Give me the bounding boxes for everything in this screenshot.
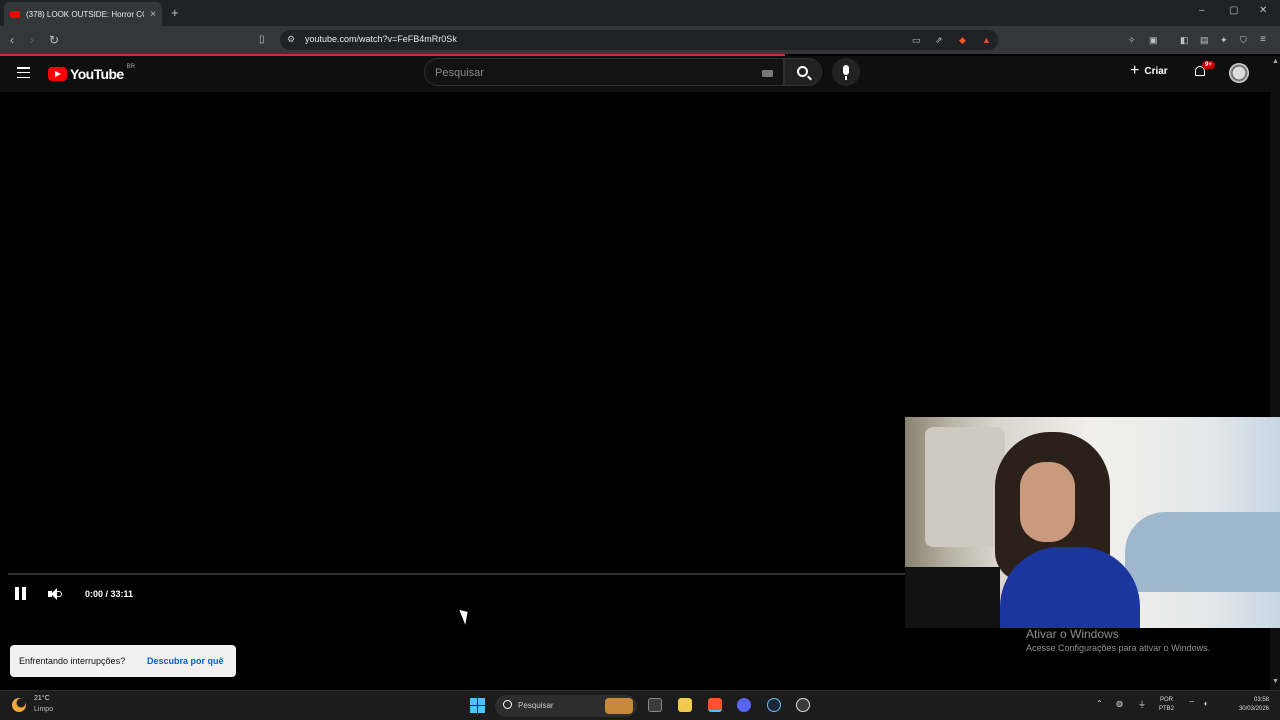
tab-search-icon[interactable]: ▣ (1149, 32, 1158, 48)
rewards-icon[interactable]: ▲ (982, 32, 991, 48)
reload-icon[interactable]: ↻ (49, 32, 59, 48)
youtube-header: YouTube BR Pesquisar + Criar 9+ (0, 56, 1270, 92)
task-view-icon[interactable] (648, 698, 662, 712)
volume-button[interactable] (48, 588, 62, 600)
voice-search-button[interactable] (832, 58, 860, 86)
close-window-button[interactable]: ✕ (1259, 5, 1267, 16)
country-code: BR (126, 64, 135, 70)
maximize-button[interactable]: ▢ (1229, 5, 1238, 16)
screen: (378) LOOK OUTSIDE: Horror CO × + – ▢ ✕ … (0, 0, 1280, 720)
avatar[interactable] (1229, 63, 1249, 83)
volume-tray-icon[interactable]: ◖ (1203, 699, 1208, 708)
steam-icon[interactable] (767, 698, 781, 712)
plus-icon: + (1130, 62, 1140, 79)
video-player[interactable] (0, 92, 905, 615)
address-bar[interactable]: ⚙ youtube.com/watch?v=FeFB4mRr0Sk (280, 30, 998, 50)
wallet-icon[interactable]: ▤ (1200, 32, 1209, 48)
weather-condition[interactable]: Limpo (34, 706, 53, 713)
new-tab-button[interactable]: + (171, 5, 179, 20)
discord-icon[interactable] (737, 698, 751, 712)
browser-toolbar: ‹ › ↻ ▯ ⚙ youtube.com/watch?v=FeFB4mRr0S… (0, 26, 1280, 54)
activation-watermark-subtitle: Acesse Configurações para ativar o Windo… (1026, 643, 1211, 653)
share-icon[interactable]: ⇗ (935, 32, 943, 48)
taskbar-search-placeholder: Pesquisar (518, 701, 554, 710)
search-input[interactable]: Pesquisar (424, 58, 784, 86)
scroll-down-icon[interactable]: ▼ (1272, 678, 1279, 685)
weather-temp[interactable]: 21°C (34, 695, 50, 702)
activation-watermark-title: Ativar o Windows (1026, 627, 1119, 641)
notification-badge: 9+ (1202, 61, 1215, 69)
search-button[interactable] (784, 58, 822, 86)
tab-close-icon[interactable]: × (150, 9, 156, 20)
video-progress-bar[interactable] (8, 573, 905, 575)
browser-tab[interactable]: (378) LOOK OUTSIDE: Horror CO × (4, 2, 162, 26)
network-icon[interactable]: ◍ (1116, 699, 1123, 708)
toast-link[interactable]: Descubra por quê (147, 656, 224, 666)
windows-start-icon[interactable] (470, 698, 485, 713)
back-icon[interactable]: ‹ (10, 32, 14, 48)
youtube-logo[interactable]: YouTube BR (48, 64, 135, 82)
input-language[interactable]: POR PTB2 (1159, 696, 1174, 714)
taskbar-search[interactable]: Pesquisar (495, 695, 637, 717)
webcam-overlay (905, 417, 1280, 628)
brave-shields-icon[interactable]: ◆ (959, 32, 966, 48)
microphone-icon (843, 65, 849, 75)
wifi-icon[interactable]: ⌔ (1188, 699, 1196, 709)
search-icon (503, 700, 512, 709)
search-icon (797, 66, 808, 77)
leo-ai-icon[interactable]: ✦ (1220, 32, 1228, 48)
bookmark-icon[interactable]: ▯ (259, 32, 265, 48)
extensions-icon[interactable]: ✧ (1128, 32, 1136, 48)
cast-icon[interactable]: ▭ (912, 32, 921, 48)
sidebar-icon[interactable]: ◧ (1180, 32, 1189, 48)
obs-icon[interactable] (796, 698, 810, 712)
vpn-icon[interactable]: ⛉ (1240, 32, 1247, 48)
search-highlight-icon (605, 698, 633, 714)
browser-menu-icon[interactable]: ≡ (1260, 32, 1266, 48)
interruption-toast: Enfrentando interrupções? Descubra por q… (10, 645, 236, 677)
create-button[interactable]: + Criar (1130, 62, 1168, 79)
create-label: Criar (1144, 65, 1168, 77)
tray-overflow-icon[interactable]: ⌃ (1096, 699, 1103, 708)
toast-message: Enfrentando interrupções? (19, 656, 126, 666)
youtube-logo-text: YouTube (70, 66, 124, 82)
weather-moon-icon[interactable] (12, 698, 26, 712)
microphone-tray-icon[interactable]: ⏚ (1138, 699, 1146, 710)
pause-button[interactable] (15, 587, 27, 600)
youtube-favicon-icon (10, 10, 20, 18)
tab-title: (378) LOOK OUTSIDE: Horror CO (26, 9, 145, 19)
url-text: youtube.com/watch?v=FeFB4mRr0Sk (305, 34, 457, 44)
site-info-icon[interactable]: ⚙ (287, 34, 295, 45)
browser-tab-strip: (378) LOOK OUTSIDE: Horror CO × + – ▢ ✕ (0, 0, 1280, 26)
youtube-play-icon (48, 67, 67, 81)
scroll-up-icon[interactable]: ▲ (1272, 58, 1279, 65)
minimize-button[interactable]: – (1199, 5, 1205, 16)
brave-browser-icon[interactable] (708, 698, 722, 712)
system-clock[interactable]: 03:58 30/03/2026 (1224, 696, 1269, 714)
hamburger-menu-icon[interactable] (17, 67, 30, 78)
file-explorer-icon[interactable] (678, 698, 692, 712)
notifications-button[interactable]: 9+ (1193, 61, 1215, 79)
time-display: 0:00 / 33:11 (85, 589, 134, 599)
forward-icon[interactable]: › (30, 32, 34, 48)
keyboard-icon[interactable] (762, 70, 773, 77)
search-placeholder: Pesquisar (435, 67, 484, 79)
windows-taskbar: 21°C Limpo Pesquisar ⌃ ◍ ⏚ POR PTB2 ⌔ ◖ … (0, 690, 1280, 720)
